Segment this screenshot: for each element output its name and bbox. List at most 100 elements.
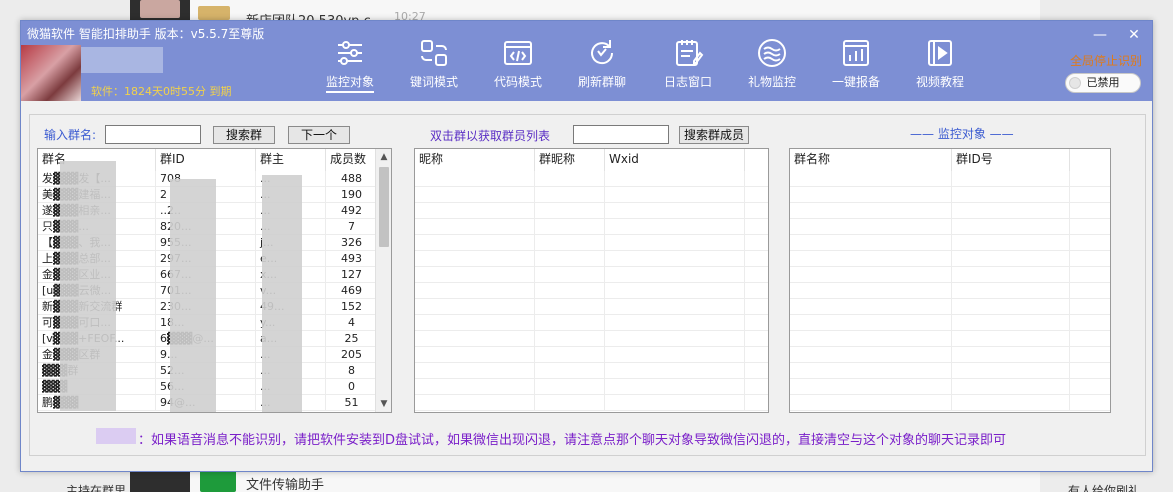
empty-row [415, 267, 768, 283]
disable-toggle[interactable]: 已禁用 [1065, 73, 1141, 93]
empty-row [790, 283, 1110, 299]
empty-row [415, 315, 768, 331]
column-header[interactable]: 群名称 [790, 149, 952, 171]
empty-cell [745, 331, 768, 347]
nav-label: 刷新群聊 [577, 75, 626, 89]
empty-cell [415, 347, 535, 363]
empty-cell [535, 379, 605, 395]
empty-cell [415, 171, 535, 187]
empty-cell [790, 267, 952, 283]
empty-row [790, 251, 1110, 267]
table-cell: 492 [326, 203, 378, 219]
empty-row [790, 219, 1110, 235]
empty-cell [790, 251, 952, 267]
column-header[interactable]: 群ID号 [952, 149, 1070, 171]
member-list-table[interactable]: 昵称 群昵称 Wxid [414, 148, 769, 413]
privacy-blur [262, 175, 302, 412]
column-header[interactable]: 成员数 [326, 149, 378, 171]
close-button[interactable]: ✕ [1123, 25, 1145, 45]
table-cell: 8 [326, 363, 378, 379]
empty-cell [952, 251, 1070, 267]
empty-cell [1070, 267, 1110, 283]
empty-cell [952, 395, 1070, 411]
background-avatar [140, 0, 180, 18]
privacy-blur [96, 428, 136, 444]
nav-refresh-groups[interactable]: 刷新群聊 [569, 37, 635, 97]
empty-cell [1070, 283, 1110, 299]
empty-cell [535, 219, 605, 235]
table-cell: 4 [326, 315, 378, 331]
empty-cell [790, 283, 952, 299]
empty-cell [1070, 187, 1110, 203]
empty-cell [535, 171, 605, 187]
column-header[interactable]: Wxid [605, 149, 745, 171]
column-header[interactable]: 群昵称 [535, 149, 605, 171]
empty-row [415, 299, 768, 315]
empty-cell [415, 203, 535, 219]
empty-cell [535, 267, 605, 283]
empty-row [415, 347, 768, 363]
empty-cell [1070, 299, 1110, 315]
avatar [21, 45, 81, 101]
member-search-input[interactable] [573, 125, 669, 144]
empty-row [415, 171, 768, 187]
column-header[interactable]: 群ID [156, 149, 256, 171]
nav-keyword-mode[interactable]: 键词模式 [401, 37, 467, 97]
scroll-thumb[interactable] [379, 167, 389, 247]
empty-cell [745, 395, 768, 411]
refresh-icon [591, 40, 614, 65]
group-list-table[interactable]: 群名 群ID 群主 成员数 发▓▓▓发【...708...488美▓▓▓建福..… [37, 148, 392, 413]
video-icon [928, 40, 952, 66]
scroll-down-arrow[interactable]: ▼ [376, 396, 391, 412]
empty-row [415, 379, 768, 395]
empty-row [415, 363, 768, 379]
empty-cell [535, 283, 605, 299]
empty-cell [415, 187, 535, 203]
empty-cell [535, 363, 605, 379]
empty-cell [535, 331, 605, 347]
nav-label: 日志窗口 [663, 75, 712, 89]
nav-code-mode[interactable]: 代码模式 [485, 37, 551, 97]
code-window-icon [504, 41, 532, 65]
search-member-button[interactable]: 搜索群成员 [679, 126, 749, 144]
nav-log-window[interactable]: 日志窗口 [655, 37, 721, 97]
empty-cell [745, 299, 768, 315]
empty-row [790, 347, 1110, 363]
nav-gift-monitor[interactable]: 礼物监控 [739, 37, 805, 97]
empty-cell [790, 395, 952, 411]
empty-cell [952, 283, 1070, 299]
monitor-target-title: —— 监控对象 —— [910, 127, 1014, 141]
stop-all-link[interactable]: 全局停止识别 [1070, 52, 1142, 69]
app-window: 微猫软件 智能扣排助手 版本：v5.5.7至尊版 — ✕ 软件：1824天0时5… [20, 20, 1153, 472]
nav-monitor-target[interactable]: 监控对象 [317, 37, 383, 97]
minimize-button[interactable]: — [1089, 25, 1111, 45]
empty-cell [605, 219, 745, 235]
empty-cell [790, 187, 952, 203]
column-header[interactable]: 昵称 [415, 149, 535, 171]
empty-cell [952, 171, 1070, 187]
empty-cell [605, 347, 745, 363]
empty-cell [415, 363, 535, 379]
empty-cell [605, 283, 745, 299]
next-button[interactable]: 下一个 [288, 126, 350, 144]
scroll-up-arrow[interactable]: ▲ [376, 149, 391, 165]
table-cell: 190 [326, 187, 378, 203]
search-group-button[interactable]: 搜索群 [213, 126, 275, 144]
empty-cell [1070, 171, 1110, 187]
empty-row [415, 235, 768, 251]
scrollbar[interactable]: ▲ ▼ [375, 149, 391, 412]
table-cell: 488 [326, 171, 378, 187]
empty-row [790, 171, 1110, 187]
empty-row [415, 187, 768, 203]
nav-one-click-report[interactable]: 一键报备 [823, 37, 889, 97]
empty-cell [952, 347, 1070, 363]
column-header[interactable]: 群主 [256, 149, 326, 171]
waves-icon [758, 39, 786, 67]
background-text: 主持在群里 [66, 484, 127, 492]
empty-cell [605, 331, 745, 347]
empty-cell [952, 379, 1070, 395]
group-name-input[interactable] [105, 125, 201, 144]
table-cell: 493 [326, 251, 378, 267]
nav-video-tutorial[interactable]: 视频教程 [907, 37, 973, 97]
monitor-target-table[interactable]: 群名称 群ID号 [789, 148, 1111, 413]
